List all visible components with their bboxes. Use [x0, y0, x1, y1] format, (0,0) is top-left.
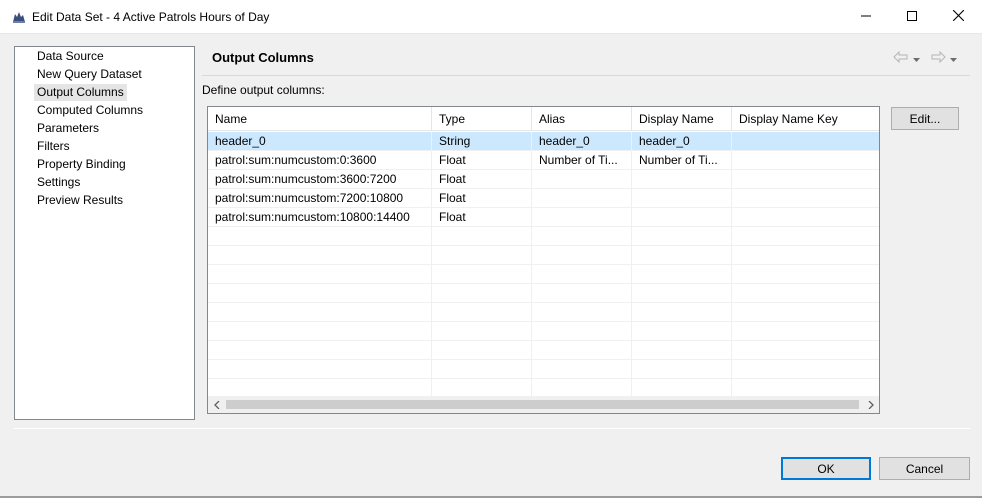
cell-display-name-key — [732, 151, 878, 170]
scroll-left-button[interactable] — [208, 396, 225, 413]
column-header-type[interactable]: Type — [432, 107, 532, 131]
cell-type: Float — [432, 170, 532, 189]
forward-button[interactable] — [930, 50, 957, 66]
minimize-button[interactable] — [843, 0, 889, 34]
table-row[interactable]: header_0 String header_0 header_0 — [208, 132, 879, 151]
nav-item-property-binding[interactable]: Property Binding — [35, 156, 128, 173]
cell-name: patrol:sum:numcustom:7200:10800 — [208, 189, 432, 208]
minimize-icon — [861, 10, 871, 24]
scrollbar-thumb[interactable] — [226, 400, 859, 409]
cell-display-name-key — [732, 208, 878, 227]
column-header-display-name-key[interactable]: Display Name Key — [732, 107, 879, 131]
cell-name: patrol:sum:numcustom:10800:14400 — [208, 208, 432, 227]
cancel-button[interactable]: Cancel — [879, 457, 970, 480]
close-button[interactable] — [935, 0, 981, 34]
cell-display-name-key — [732, 189, 878, 208]
cell-display-name: header_0 — [632, 132, 732, 151]
divider — [14, 428, 970, 429]
chevron-right-icon — [868, 398, 874, 412]
cell-type: Float — [432, 151, 532, 170]
cell-display-name — [632, 189, 732, 208]
chevron-down-icon — [950, 51, 957, 65]
empty-row — [208, 341, 879, 360]
cell-display-name — [632, 208, 732, 227]
horizontal-scrollbar[interactable] — [208, 396, 879, 413]
column-header-name[interactable]: Name — [208, 107, 432, 131]
page-title: Output Columns — [212, 50, 314, 65]
empty-row — [208, 360, 879, 379]
nav-item-output-columns[interactable]: Output Columns — [34, 84, 127, 101]
empty-row — [208, 303, 879, 322]
maximize-icon — [907, 10, 917, 24]
cell-name: header_0 — [208, 132, 432, 151]
table-row[interactable]: patrol:sum:numcustom:3600:7200 Float — [208, 170, 879, 189]
cell-alias: header_0 — [532, 132, 632, 151]
edit-button[interactable]: Edit... — [891, 107, 959, 130]
cell-type: String — [432, 132, 532, 151]
maximize-button[interactable] — [889, 0, 935, 34]
nav-item-filters[interactable]: Filters — [35, 138, 72, 155]
cell-display-name-key — [732, 132, 878, 151]
window-title: Edit Data Set - 4 Active Patrols Hours o… — [32, 10, 270, 24]
chevron-down-icon — [913, 51, 920, 65]
empty-row — [208, 284, 879, 303]
cell-type: Float — [432, 208, 532, 227]
cell-name: patrol:sum:numcustom:0:3600 — [208, 151, 432, 170]
nav-item-settings[interactable]: Settings — [35, 174, 82, 191]
empty-row — [208, 246, 879, 265]
close-icon — [952, 9, 964, 24]
empty-row — [208, 322, 879, 341]
table-row[interactable]: patrol:sum:numcustom:7200:10800 Float — [208, 189, 879, 208]
ok-button[interactable]: OK — [781, 457, 871, 480]
output-columns-table[interactable]: Name Type Alias Display Name Display Nam… — [207, 106, 880, 414]
column-header-display-name[interactable]: Display Name — [632, 107, 732, 131]
table-row[interactable]: patrol:sum:numcustom:10800:14400 Float — [208, 208, 879, 227]
page-navigation: Data Source New Query Dataset Output Col… — [14, 46, 195, 420]
back-arrow-icon — [893, 50, 909, 66]
cell-display-name-key — [732, 170, 878, 189]
description-label: Define output columns: — [202, 83, 325, 97]
nav-item-preview-results[interactable]: Preview Results — [35, 192, 125, 209]
page-header — [202, 44, 970, 76]
cell-alias — [532, 189, 632, 208]
cell-display-name — [632, 170, 732, 189]
nav-item-new-query-dataset[interactable]: New Query Dataset — [35, 66, 144, 83]
nav-item-parameters[interactable]: Parameters — [35, 120, 101, 137]
column-header-alias[interactable]: Alias — [532, 107, 632, 131]
chevron-left-icon — [213, 398, 220, 412]
nav-item-computed-columns[interactable]: Computed Columns — [35, 102, 145, 119]
empty-row — [208, 227, 879, 246]
cell-alias — [532, 170, 632, 189]
empty-row — [208, 265, 879, 284]
scroll-right-button[interactable] — [862, 396, 879, 413]
back-button[interactable] — [893, 50, 920, 66]
title-bar[interactable]: Edit Data Set - 4 Active Patrols Hours o… — [0, 0, 982, 34]
nav-item-data-source[interactable]: Data Source — [35, 48, 106, 65]
table-row[interactable]: patrol:sum:numcustom:0:3600 Float Number… — [208, 151, 879, 170]
cell-name: patrol:sum:numcustom:3600:7200 — [208, 170, 432, 189]
table-header: Name Type Alias Display Name Display Nam… — [208, 107, 879, 131]
cell-alias — [532, 208, 632, 227]
cell-type: Float — [432, 189, 532, 208]
cell-display-name: Number of Ti... — [632, 151, 732, 170]
birt-dataset-icon — [12, 10, 26, 24]
cell-alias: Number of Ti... — [532, 151, 632, 170]
forward-arrow-icon — [930, 50, 946, 66]
